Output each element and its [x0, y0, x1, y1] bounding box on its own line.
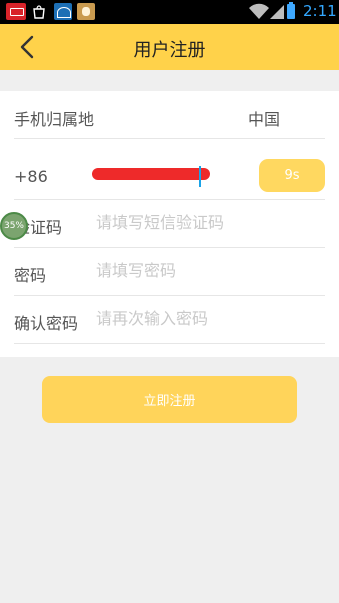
confirm-password-input[interactable]	[96, 309, 256, 328]
app-notification-icon	[6, 3, 26, 20]
password-row: 密码	[14, 248, 325, 296]
status-time: 2:11	[303, 2, 337, 20]
send-code-button[interactable]: 9s	[259, 159, 325, 192]
confirm-password-label: 确认密码	[14, 314, 79, 333]
country-code[interactable]: +86	[14, 167, 48, 186]
password-input[interactable]	[96, 261, 256, 280]
phone-row: +86 9s	[14, 152, 325, 200]
signal-icon	[270, 3, 284, 20]
app-header: 用户注册	[0, 24, 339, 70]
verify-code-row: 验证码	[14, 200, 325, 248]
verify-code-input[interactable]	[96, 213, 256, 232]
text-cursor	[199, 166, 201, 187]
country-row[interactable]: 手机归属地 中国	[14, 91, 325, 139]
floating-memory-widget[interactable]: 35%	[0, 212, 28, 240]
confirm-password-row: 确认密码	[14, 296, 325, 344]
country-value[interactable]: 中国	[248, 106, 280, 130]
password-label: 密码	[14, 266, 47, 285]
battery-icon	[287, 2, 295, 19]
wifi-icon	[249, 3, 269, 20]
phone-number-redacted[interactable]	[92, 168, 210, 180]
page-title: 用户注册	[133, 40, 206, 61]
register-button[interactable]: 立即注册	[42, 376, 297, 423]
status-bar: 2:11	[0, 0, 339, 24]
country-label: 手机归属地	[14, 110, 95, 129]
store-notification-icon	[54, 3, 72, 20]
registration-form: 手机归属地 中国 +86 9s 验证码 密码 确认密码	[0, 91, 339, 357]
bag-notification-icon	[32, 3, 46, 20]
dog-notification-icon	[77, 3, 95, 20]
